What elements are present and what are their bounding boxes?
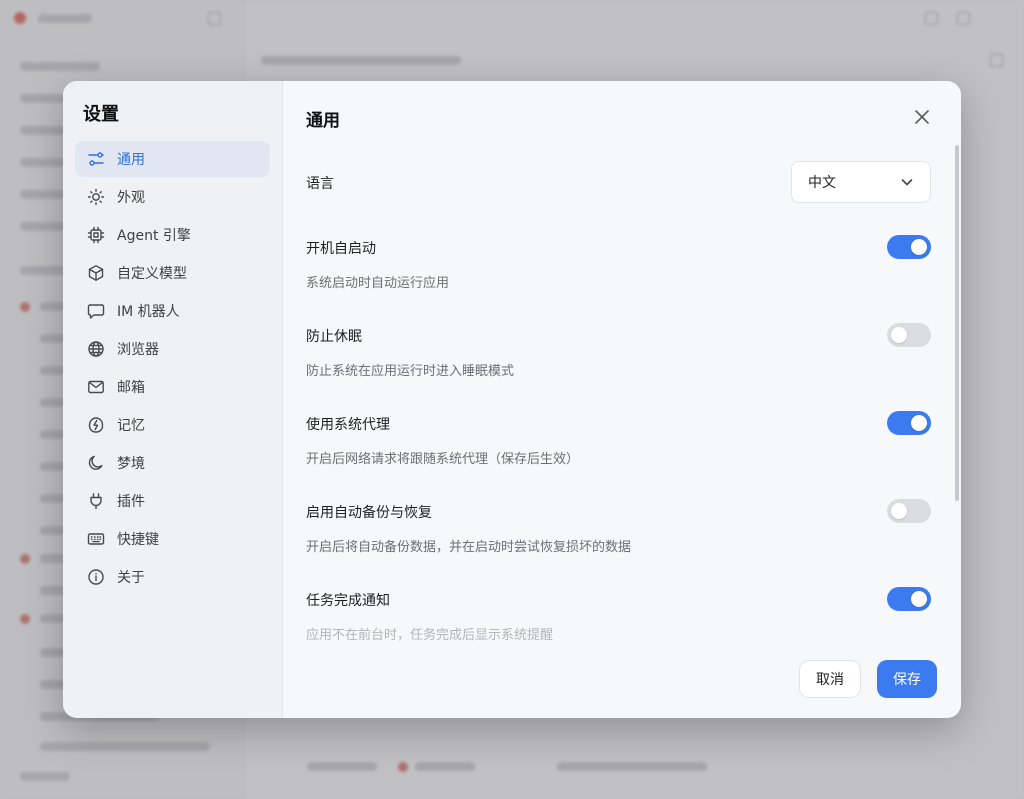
- nav-item-browser[interactable]: 浏览器: [75, 331, 270, 367]
- setting-label-prevent-sleep: 防止休眠: [306, 329, 362, 345]
- setting-desc-prevent-sleep: 防止系统在应用运行时进入睡眠模式: [306, 364, 515, 379]
- nav-item-general[interactable]: 通用: [75, 141, 270, 177]
- cube-icon: [87, 264, 105, 282]
- nav-item-memory[interactable]: 记忆: [75, 407, 270, 443]
- setting-desc-task-notification: 应用不在前台时，任务完成后显示系统提醒: [306, 628, 554, 643]
- close-icon: [915, 110, 929, 124]
- nav-item-plugins[interactable]: 插件: [75, 483, 270, 519]
- close-button[interactable]: [913, 108, 931, 126]
- setting-desc-auto-backup: 开启后将自动备份数据，并在启动时尝试恢复损坏的数据: [306, 540, 632, 555]
- keyboard-icon: [87, 530, 105, 548]
- nav-item-label: 插件: [117, 494, 145, 510]
- nav-item-label: 通用: [117, 152, 145, 168]
- info-icon: [87, 568, 105, 586]
- setting-desc-system-proxy: 开启后网络请求将跟随系统代理（保存后生效）: [306, 452, 580, 467]
- language-select[interactable]: 中文: [791, 161, 931, 203]
- settings-content: 通用 语言 中文 开机自启动 系统启动时自动运行应用 防止休眠 防止系统在应用运…: [283, 81, 961, 718]
- nav-item-label: 记忆: [117, 418, 145, 434]
- setting-label-auto-start: 开机自启动: [306, 241, 376, 257]
- mail-icon: [87, 378, 105, 396]
- sun-icon: [87, 188, 105, 206]
- nav-item-label: 关于: [117, 570, 145, 586]
- nav-item-agent-engine[interactable]: Agent 引擎: [75, 217, 270, 253]
- setting-label-auto-backup: 启用自动备份与恢复: [306, 505, 432, 521]
- toggle-auto-start[interactable]: [887, 235, 931, 259]
- setting-label-system-proxy: 使用系统代理: [306, 417, 390, 433]
- toggle-knob: [911, 415, 927, 431]
- chevron-down-icon: [901, 179, 913, 186]
- nav-item-label: 自定义模型: [117, 266, 187, 282]
- moon-icon: [87, 454, 105, 472]
- nav-item-appearance[interactable]: 外观: [75, 179, 270, 215]
- nav-item-label: 快捷键: [117, 532, 159, 548]
- nav-item-about[interactable]: 关于: [75, 559, 270, 595]
- cancel-button[interactable]: 取消: [799, 660, 861, 698]
- nav-item-shortcuts[interactable]: 快捷键: [75, 521, 270, 557]
- toggle-auto-backup[interactable]: [887, 499, 931, 523]
- toggle-knob: [891, 503, 907, 519]
- globe-icon: [87, 340, 105, 358]
- settings-nav: 设置 通用 外观 Agent 引擎 自定义模型 IM 机器人 浏览器 邮箱 记忆…: [63, 81, 283, 718]
- settings-nav-title: 设置: [83, 104, 119, 125]
- language-select-value: 中文: [808, 175, 836, 191]
- nav-item-custom-model[interactable]: 自定义模型: [75, 255, 270, 291]
- setting-label-task-notification: 任务完成通知: [306, 593, 390, 609]
- cpu-icon: [87, 226, 105, 244]
- toggle-prevent-sleep[interactable]: [887, 323, 931, 347]
- language-label: 语言: [306, 176, 334, 192]
- save-button[interactable]: 保存: [877, 660, 937, 698]
- nav-item-label: Agent 引擎: [117, 228, 191, 244]
- sliders-icon: [87, 150, 105, 168]
- brain-icon: [87, 416, 105, 434]
- toggle-knob: [891, 327, 907, 343]
- nav-item-label: 梦境: [117, 456, 145, 472]
- nav-item-im-bot[interactable]: IM 机器人: [75, 293, 270, 329]
- plug-icon: [87, 492, 105, 510]
- toggle-system-proxy[interactable]: [887, 411, 931, 435]
- scrollbar-thumb[interactable]: [955, 145, 959, 501]
- nav-item-dream[interactable]: 梦境: [75, 445, 270, 481]
- nav-item-mailbox[interactable]: 邮箱: [75, 369, 270, 405]
- setting-desc-auto-start: 系统启动时自动运行应用: [306, 276, 450, 291]
- toggle-task-notification[interactable]: [887, 587, 931, 611]
- toggle-knob: [911, 591, 927, 607]
- nav-item-label: 邮箱: [117, 380, 145, 396]
- settings-dialog: 设置 通用 外观 Agent 引擎 自定义模型 IM 机器人 浏览器 邮箱 记忆…: [63, 81, 961, 718]
- page-title: 通用: [306, 111, 340, 131]
- nav-item-label: 浏览器: [117, 342, 159, 358]
- chat-bubble-icon: [87, 302, 105, 320]
- nav-item-label: 外观: [117, 190, 145, 206]
- nav-item-label: IM 机器人: [117, 304, 180, 320]
- toggle-knob: [911, 239, 927, 255]
